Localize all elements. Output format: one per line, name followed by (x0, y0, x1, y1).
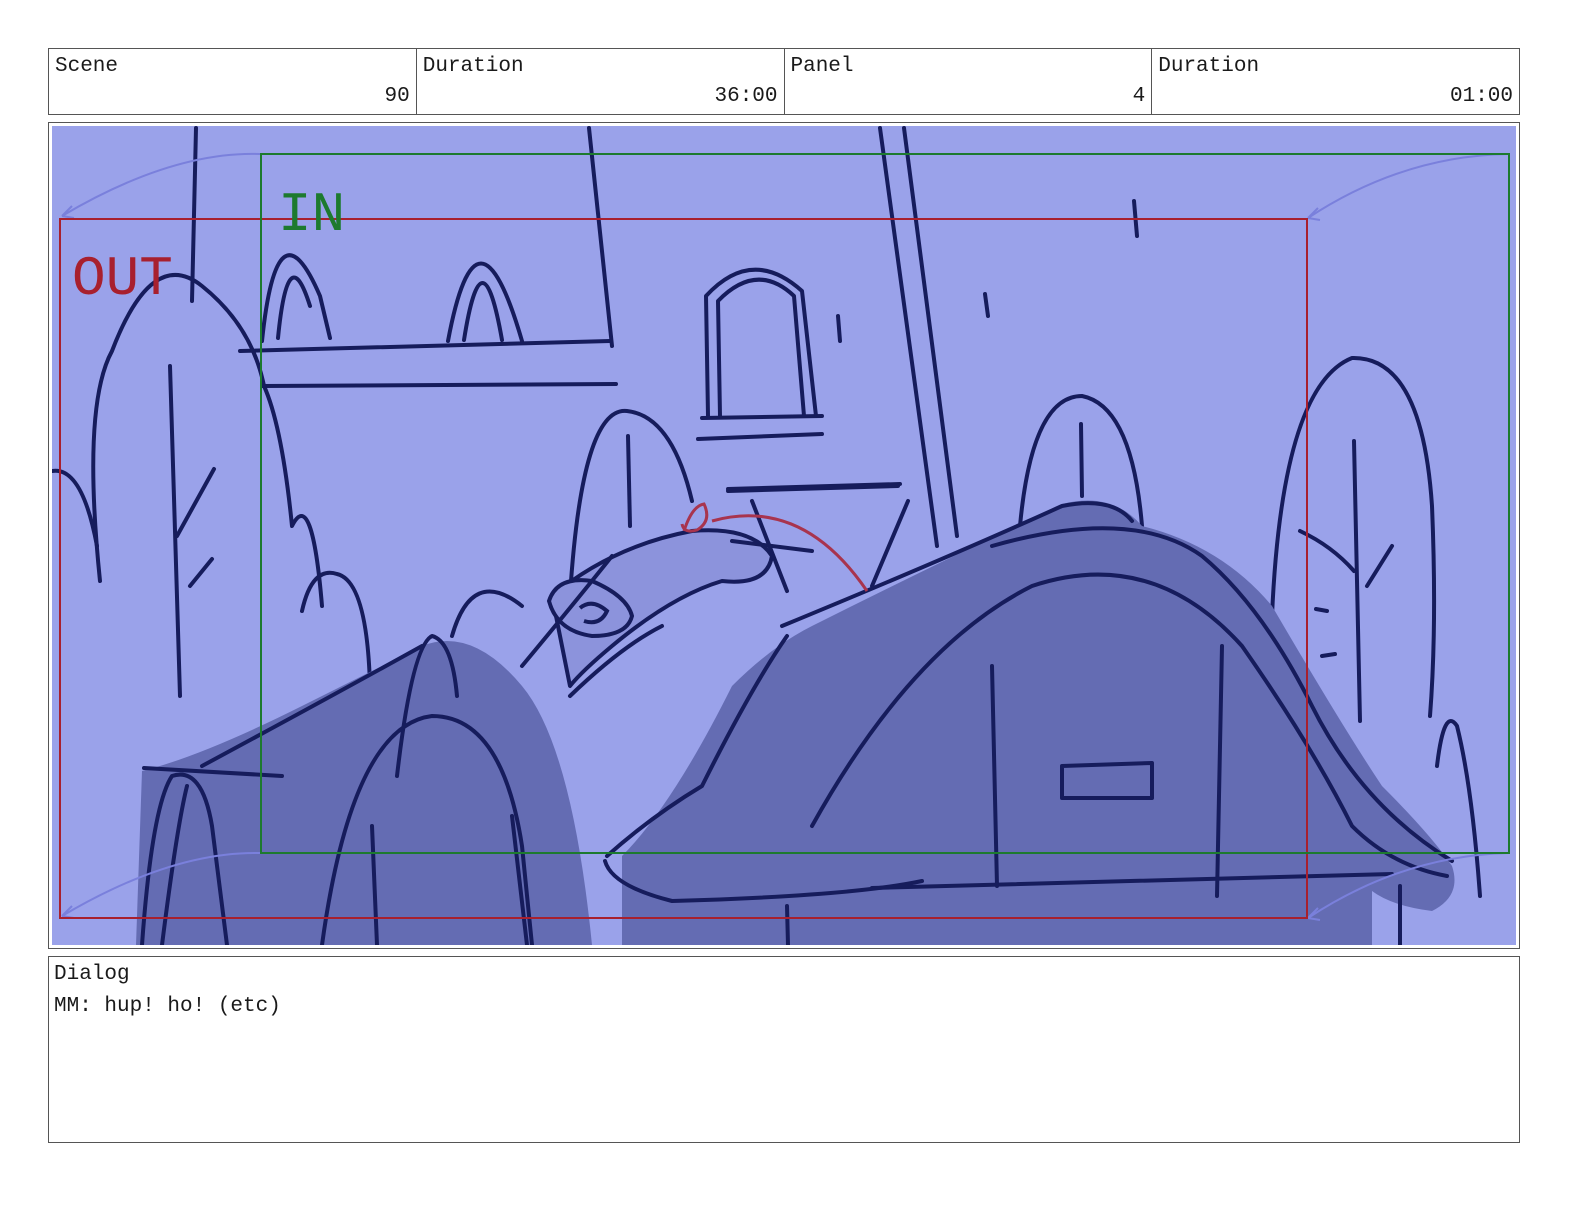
storyboard-panel: OUT IN (48, 122, 1520, 949)
panel-duration-cell: Duration 01:00 (1152, 49, 1519, 114)
scene-label: Scene (55, 55, 119, 78)
out-frame-label: OUT (72, 247, 173, 311)
scene-duration-value: 36:00 (714, 85, 778, 108)
panel-label: Panel (790, 55, 854, 78)
scene-duration-cell: Duration 36:00 (417, 49, 785, 114)
panel-cell: Panel 4 (785, 49, 1153, 114)
ledge-lower (260, 382, 618, 388)
dialog-box: Dialog MM: hup! ho! (etc) (48, 956, 1520, 1143)
dialog-text: MM: hup! ho! (etc) (54, 995, 281, 1018)
panel-duration-value: 01:00 (1449, 85, 1513, 108)
scene-duration-label: Duration (422, 55, 524, 78)
tree-center-trunk (626, 434, 632, 528)
in-frame-label: IN (278, 183, 345, 247)
scene-cell: Scene 90 (49, 49, 417, 114)
tent-right-stake (785, 904, 790, 945)
mark-c (836, 314, 842, 343)
tree-right-middle-trunk (1079, 422, 1084, 498)
panel-drawing: OUT IN (52, 126, 1516, 945)
panel-number: 4 (1132, 85, 1146, 108)
panel-duration-label: Duration (1158, 55, 1260, 78)
panel-info-header: Scene 90 Duration 36:00 Panel 4 Duration… (48, 48, 1520, 115)
scene-number: 90 (384, 85, 410, 108)
dialog-label: Dialog (54, 963, 130, 986)
